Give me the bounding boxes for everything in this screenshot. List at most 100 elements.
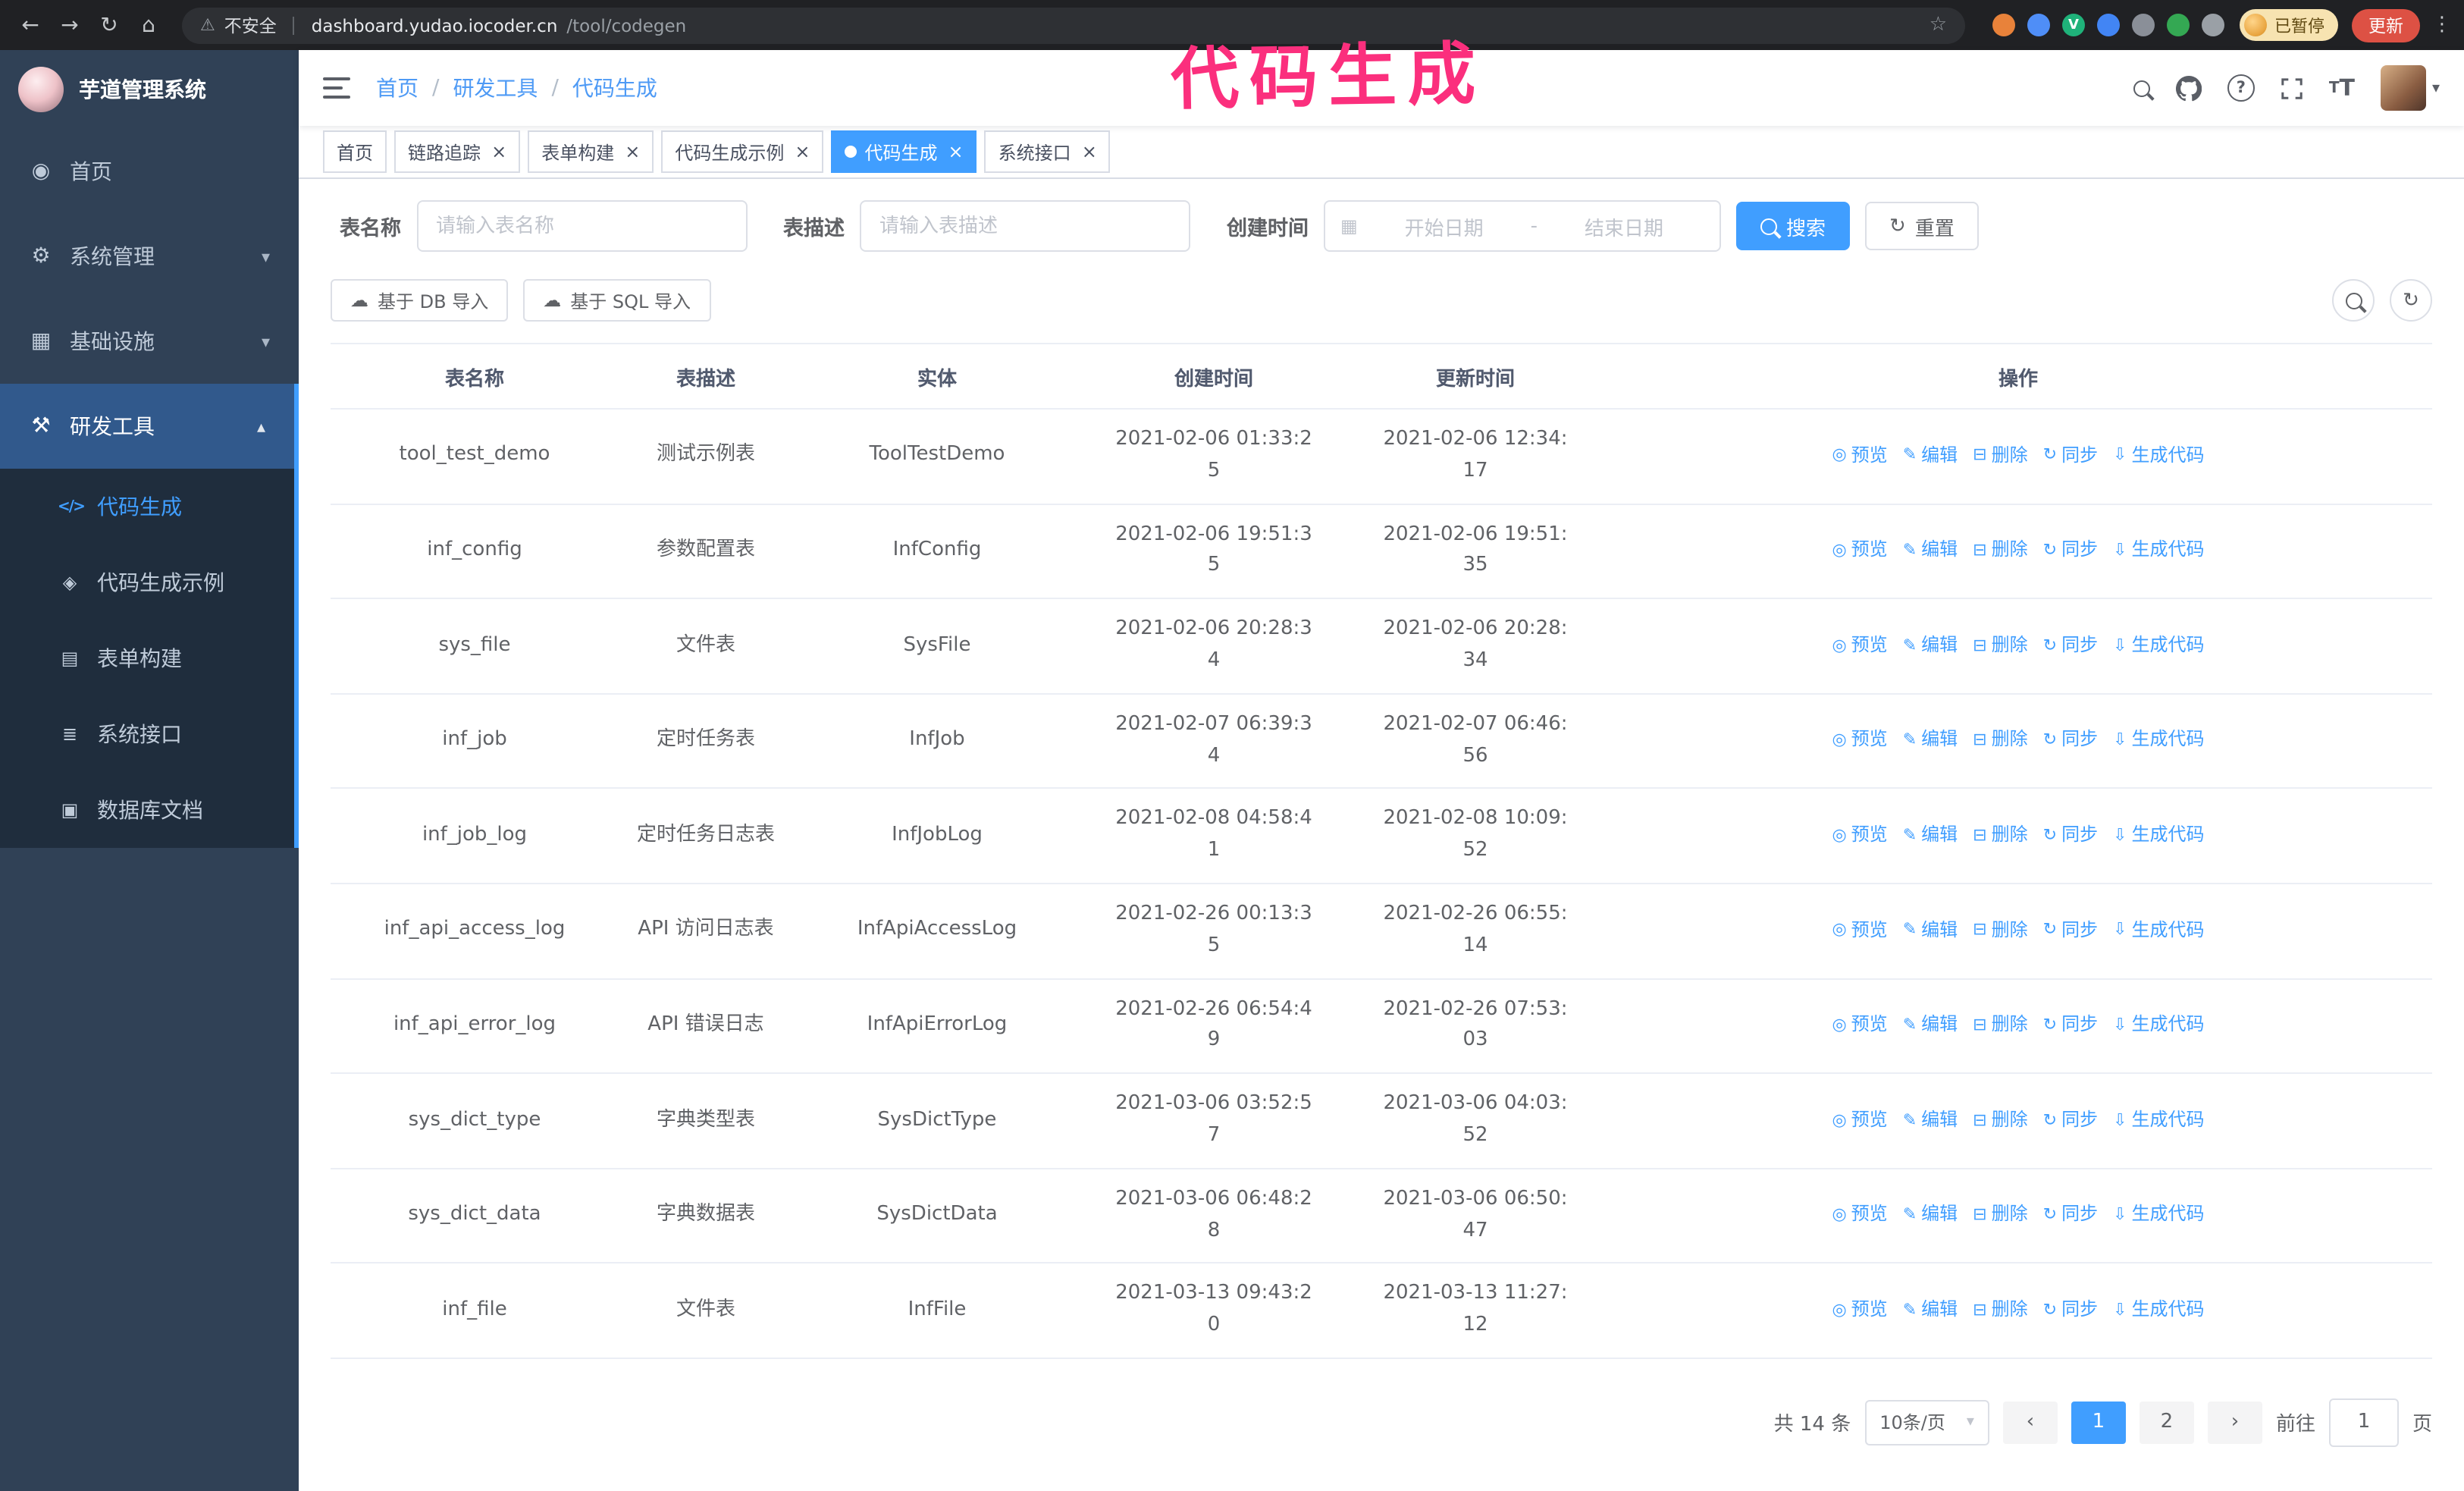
action-delete[interactable]: ⊟ 删除 bbox=[1973, 631, 2027, 660]
action-delete[interactable]: ⊟ 删除 bbox=[1973, 726, 2027, 755]
leaf-extension-icon[interactable] bbox=[2167, 14, 2190, 36]
action-preview[interactable]: ◎ 预览 bbox=[1832, 1295, 1887, 1324]
action-delete[interactable]: ⊟ 删除 bbox=[1973, 821, 2027, 849]
reload-icon[interactable]: ↻ bbox=[91, 7, 127, 43]
action-preview[interactable]: ◎ 预览 bbox=[1832, 1201, 1887, 1229]
user-avatar[interactable]: ▾ bbox=[2380, 65, 2440, 111]
search-icon[interactable] bbox=[2133, 80, 2150, 96]
action-sync[interactable]: ↻ 同步 bbox=[2043, 915, 2098, 944]
tab-codegen-example[interactable]: 代码生成示例 × bbox=[661, 130, 824, 173]
action-generate[interactable]: ⇩ 生成代码 bbox=[2113, 1010, 2204, 1039]
action-generate[interactable]: ⇩ 生成代码 bbox=[2113, 915, 2204, 944]
action-sync[interactable]: ↻ 同步 bbox=[2043, 441, 2098, 469]
page-button-1[interactable]: 1 bbox=[2071, 1401, 2126, 1444]
table-desc-input[interactable] bbox=[860, 200, 1190, 252]
browser-menu-icon[interactable]: ⋮ bbox=[2432, 14, 2452, 36]
fox-extension-icon[interactable] bbox=[1992, 14, 2015, 36]
page-size-select[interactable]: 10条/页 ▾ bbox=[1864, 1399, 1989, 1445]
github-icon[interactable] bbox=[2175, 75, 2202, 101]
drop-extension-icon[interactable] bbox=[2027, 14, 2050, 36]
toggle-search-button[interactable] bbox=[2332, 279, 2375, 322]
sidebar-item-devtools[interactable]: ⚒ 研发工具 ▴ bbox=[0, 384, 294, 469]
action-edit[interactable]: ✎ 编辑 bbox=[1903, 726, 1958, 755]
sidebar-item-system[interactable]: ⚙ 系统管理 ▾ bbox=[0, 214, 299, 299]
check-extension-icon[interactable]: V bbox=[2062, 14, 2085, 36]
back-icon[interactable]: ← bbox=[12, 7, 49, 43]
action-sync[interactable]: ↻ 同步 bbox=[2043, 631, 2098, 660]
action-preview[interactable]: ◎ 预览 bbox=[1832, 726, 1887, 755]
action-edit[interactable]: ✎ 编辑 bbox=[1903, 631, 1958, 660]
next-page-button[interactable]: › bbox=[2207, 1401, 2262, 1444]
action-generate[interactable]: ⇩ 生成代码 bbox=[2113, 1295, 2204, 1324]
people-extension-icon[interactable] bbox=[2097, 14, 2120, 36]
action-edit[interactable]: ✎ 编辑 bbox=[1903, 1201, 1958, 1229]
import-db-button[interactable]: ☁ 基于 DB 导入 bbox=[331, 279, 509, 322]
reset-button[interactable]: ↻ 重置 bbox=[1865, 202, 1979, 250]
tab-home[interactable]: 首页 bbox=[323, 130, 387, 173]
refresh-button[interactable]: ↻ bbox=[2390, 279, 2432, 322]
action-sync[interactable]: ↻ 同步 bbox=[2043, 1010, 2098, 1039]
bookmark-star-icon[interactable]: ☆ bbox=[1930, 14, 1947, 36]
action-generate[interactable]: ⇩ 生成代码 bbox=[2113, 1106, 2204, 1135]
action-sync[interactable]: ↻ 同步 bbox=[2043, 535, 2098, 564]
action-preview[interactable]: ◎ 预览 bbox=[1832, 821, 1887, 849]
action-generate[interactable]: ⇩ 生成代码 bbox=[2113, 535, 2204, 564]
profile-paused-badge[interactable]: 已暂停 bbox=[2240, 9, 2338, 41]
action-delete[interactable]: ⊟ 删除 bbox=[1973, 535, 2027, 564]
help-icon[interactable]: ? bbox=[2227, 74, 2255, 102]
action-edit[interactable]: ✎ 编辑 bbox=[1903, 1295, 1958, 1324]
sidebar-item-codegen-example[interactable]: ◈ 代码生成示例 bbox=[0, 545, 294, 620]
action-generate[interactable]: ⇩ 生成代码 bbox=[2113, 821, 2204, 849]
action-delete[interactable]: ⊟ 删除 bbox=[1973, 1295, 2027, 1324]
action-delete[interactable]: ⊟ 删除 bbox=[1973, 1106, 2027, 1135]
action-preview[interactable]: ◎ 预览 bbox=[1832, 441, 1887, 469]
sidebar-item-infra[interactable]: ▦ 基础设施 ▾ bbox=[0, 299, 299, 384]
close-icon[interactable]: × bbox=[625, 141, 640, 162]
action-delete[interactable]: ⊟ 删除 bbox=[1973, 915, 2027, 944]
action-preview[interactable]: ◎ 预览 bbox=[1832, 631, 1887, 660]
sidebar-item-home[interactable]: ◉ 首页 bbox=[0, 129, 299, 214]
action-edit[interactable]: ✎ 编辑 bbox=[1903, 1010, 1958, 1039]
goto-page-input[interactable] bbox=[2328, 1398, 2399, 1447]
close-icon[interactable]: × bbox=[948, 141, 964, 162]
home-icon[interactable]: ⌂ bbox=[130, 7, 167, 43]
tab-form-builder[interactable]: 表单构建 × bbox=[528, 130, 654, 173]
tab-api[interactable]: 系统接口 × bbox=[984, 130, 1111, 173]
tab-codegen[interactable]: 代码生成 × bbox=[831, 130, 977, 173]
table-name-input[interactable] bbox=[416, 200, 747, 252]
action-preview[interactable]: ◎ 预览 bbox=[1832, 535, 1887, 564]
search-button[interactable]: 搜索 bbox=[1736, 202, 1851, 250]
action-preview[interactable]: ◎ 预览 bbox=[1832, 1010, 1887, 1039]
action-delete[interactable]: ⊟ 删除 bbox=[1973, 1201, 2027, 1229]
fullscreen-icon[interactable] bbox=[2281, 77, 2303, 99]
action-generate[interactable]: ⇩ 生成代码 bbox=[2113, 631, 2204, 660]
action-sync[interactable]: ↻ 同步 bbox=[2043, 1295, 2098, 1324]
action-generate[interactable]: ⇩ 生成代码 bbox=[2113, 726, 2204, 755]
date-range-picker[interactable]: ▦ 开始日期 - 结束日期 bbox=[1324, 200, 1721, 252]
action-edit[interactable]: ✎ 编辑 bbox=[1903, 1106, 1958, 1135]
close-icon[interactable]: × bbox=[1082, 141, 1097, 162]
app-logo[interactable]: 芋道管理系统 bbox=[0, 50, 299, 129]
action-edit[interactable]: ✎ 编辑 bbox=[1903, 441, 1958, 469]
prev-page-button[interactable]: ‹ bbox=[2002, 1401, 2058, 1444]
page-button-2[interactable]: 2 bbox=[2139, 1401, 2194, 1444]
puzzle-extension-icon[interactable] bbox=[2202, 14, 2224, 36]
sidebar-item-codegen[interactable]: </> 代码生成 bbox=[0, 469, 294, 545]
action-preview[interactable]: ◎ 预览 bbox=[1832, 1106, 1887, 1135]
forward-icon[interactable]: → bbox=[52, 7, 88, 43]
sidebar-item-api[interactable]: ≣ 系统接口 bbox=[0, 696, 294, 772]
action-generate[interactable]: ⇩ 生成代码 bbox=[2113, 441, 2204, 469]
breadcrumb-home[interactable]: 首页 bbox=[376, 73, 419, 103]
sidebar-item-db-doc[interactable]: ▣ 数据库文档 bbox=[0, 772, 294, 848]
import-sql-button[interactable]: ☁ 基于 SQL 导入 bbox=[523, 279, 710, 322]
tab-tracing[interactable]: 链路追踪 × bbox=[394, 130, 521, 173]
action-edit[interactable]: ✎ 编辑 bbox=[1903, 915, 1958, 944]
action-preview[interactable]: ◎ 预览 bbox=[1832, 915, 1887, 944]
action-edit[interactable]: ✎ 编辑 bbox=[1903, 821, 1958, 849]
action-delete[interactable]: ⊟ 删除 bbox=[1973, 441, 2027, 469]
action-sync[interactable]: ↻ 同步 bbox=[2043, 1201, 2098, 1229]
breadcrumb-devtools[interactable]: 研发工具 bbox=[453, 73, 538, 103]
sidebar-item-form-builder[interactable]: ▤ 表单构建 bbox=[0, 620, 294, 696]
chrome-update-button[interactable]: 更新 bbox=[2352, 8, 2420, 42]
action-sync[interactable]: ↻ 同步 bbox=[2043, 1106, 2098, 1135]
